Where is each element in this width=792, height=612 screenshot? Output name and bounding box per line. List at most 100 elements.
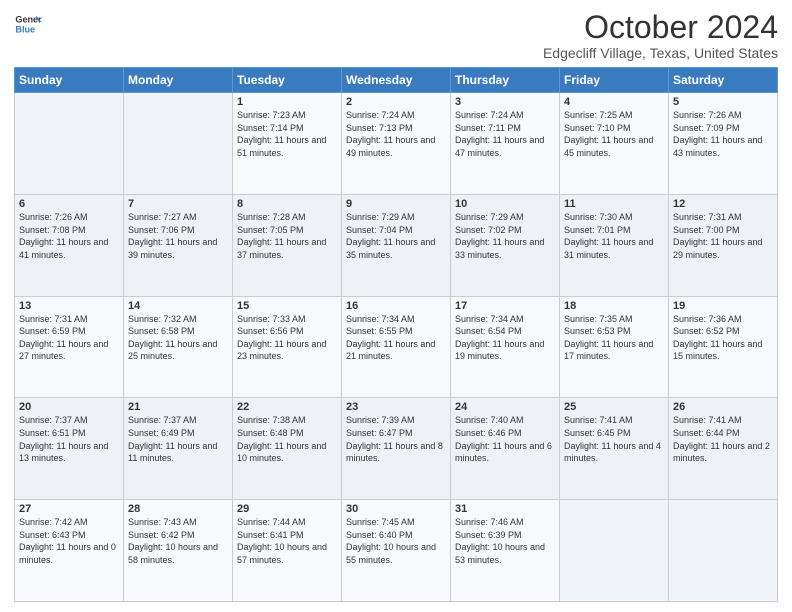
day-number: 13 [19,300,119,312]
day-info: Sunrise: 7:40 AM Sunset: 6:46 PM Dayligh… [455,414,555,464]
day-info: Sunrise: 7:38 AM Sunset: 6:48 PM Dayligh… [237,414,337,464]
day-info: Sunrise: 7:37 AM Sunset: 6:49 PM Dayligh… [128,414,228,464]
day-info: Sunrise: 7:29 AM Sunset: 7:02 PM Dayligh… [455,211,555,261]
day-number: 11 [564,198,664,210]
calendar-cell: 21Sunrise: 7:37 AM Sunset: 6:49 PM Dayli… [124,398,233,500]
day-number: 31 [455,503,555,515]
svg-text:Blue: Blue [15,24,35,34]
page-subtitle: Edgecliff Village, Texas, United States [543,45,778,61]
day-number: 25 [564,401,664,413]
calendar-cell: 17Sunrise: 7:34 AM Sunset: 6:54 PM Dayli… [451,296,560,398]
day-header-sunday: Sunday [15,68,124,93]
day-number: 7 [128,198,228,210]
calendar-cell: 14Sunrise: 7:32 AM Sunset: 6:58 PM Dayli… [124,296,233,398]
calendar-cell: 28Sunrise: 7:43 AM Sunset: 6:42 PM Dayli… [124,500,233,602]
calendar-cell: 19Sunrise: 7:36 AM Sunset: 6:52 PM Dayli… [669,296,778,398]
day-number: 28 [128,503,228,515]
day-number: 6 [19,198,119,210]
day-info: Sunrise: 7:23 AM Sunset: 7:14 PM Dayligh… [237,109,337,159]
day-number: 20 [19,401,119,413]
day-info: Sunrise: 7:37 AM Sunset: 6:51 PM Dayligh… [19,414,119,464]
day-info: Sunrise: 7:45 AM Sunset: 6:40 PM Dayligh… [346,516,446,566]
calendar-cell: 23Sunrise: 7:39 AM Sunset: 6:47 PM Dayli… [342,398,451,500]
calendar-cell: 15Sunrise: 7:33 AM Sunset: 6:56 PM Dayli… [233,296,342,398]
day-number: 22 [237,401,337,413]
logo: General Blue [14,10,42,38]
day-number: 9 [346,198,446,210]
day-info: Sunrise: 7:33 AM Sunset: 6:56 PM Dayligh… [237,313,337,363]
day-number: 14 [128,300,228,312]
day-info: Sunrise: 7:26 AM Sunset: 7:08 PM Dayligh… [19,211,119,261]
day-number: 26 [673,401,773,413]
day-number: 4 [564,96,664,108]
day-info: Sunrise: 7:28 AM Sunset: 7:05 PM Dayligh… [237,211,337,261]
calendar-cell: 18Sunrise: 7:35 AM Sunset: 6:53 PM Dayli… [560,296,669,398]
calendar-cell: 7Sunrise: 7:27 AM Sunset: 7:06 PM Daylig… [124,194,233,296]
day-number: 19 [673,300,773,312]
calendar-cell: 22Sunrise: 7:38 AM Sunset: 6:48 PM Dayli… [233,398,342,500]
day-info: Sunrise: 7:46 AM Sunset: 6:39 PM Dayligh… [455,516,555,566]
calendar-cell [560,500,669,602]
day-info: Sunrise: 7:39 AM Sunset: 6:47 PM Dayligh… [346,414,446,464]
calendar-cell: 1Sunrise: 7:23 AM Sunset: 7:14 PM Daylig… [233,93,342,195]
day-number: 10 [455,198,555,210]
day-info: Sunrise: 7:32 AM Sunset: 6:58 PM Dayligh… [128,313,228,363]
calendar-cell: 20Sunrise: 7:37 AM Sunset: 6:51 PM Dayli… [15,398,124,500]
day-number: 16 [346,300,446,312]
day-info: Sunrise: 7:27 AM Sunset: 7:06 PM Dayligh… [128,211,228,261]
day-info: Sunrise: 7:31 AM Sunset: 6:59 PM Dayligh… [19,313,119,363]
calendar-cell: 30Sunrise: 7:45 AM Sunset: 6:40 PM Dayli… [342,500,451,602]
day-header-wednesday: Wednesday [342,68,451,93]
calendar-cell: 31Sunrise: 7:46 AM Sunset: 6:39 PM Dayli… [451,500,560,602]
day-info: Sunrise: 7:41 AM Sunset: 6:44 PM Dayligh… [673,414,773,464]
day-number: 8 [237,198,337,210]
calendar-cell: 11Sunrise: 7:30 AM Sunset: 7:01 PM Dayli… [560,194,669,296]
day-info: Sunrise: 7:41 AM Sunset: 6:45 PM Dayligh… [564,414,664,464]
day-number: 30 [346,503,446,515]
calendar-cell: 13Sunrise: 7:31 AM Sunset: 6:59 PM Dayli… [15,296,124,398]
day-info: Sunrise: 7:31 AM Sunset: 7:00 PM Dayligh… [673,211,773,261]
day-info: Sunrise: 7:25 AM Sunset: 7:10 PM Dayligh… [564,109,664,159]
calendar-cell: 9Sunrise: 7:29 AM Sunset: 7:04 PM Daylig… [342,194,451,296]
day-info: Sunrise: 7:29 AM Sunset: 7:04 PM Dayligh… [346,211,446,261]
calendar-cell: 29Sunrise: 7:44 AM Sunset: 6:41 PM Dayli… [233,500,342,602]
day-number: 18 [564,300,664,312]
day-header-thursday: Thursday [451,68,560,93]
day-info: Sunrise: 7:44 AM Sunset: 6:41 PM Dayligh… [237,516,337,566]
day-number: 2 [346,96,446,108]
day-info: Sunrise: 7:43 AM Sunset: 6:42 PM Dayligh… [128,516,228,566]
day-number: 12 [673,198,773,210]
calendar-cell [669,500,778,602]
calendar-cell: 12Sunrise: 7:31 AM Sunset: 7:00 PM Dayli… [669,194,778,296]
day-info: Sunrise: 7:26 AM Sunset: 7:09 PM Dayligh… [673,109,773,159]
calendar-cell: 3Sunrise: 7:24 AM Sunset: 7:11 PM Daylig… [451,93,560,195]
calendar-cell: 26Sunrise: 7:41 AM Sunset: 6:44 PM Dayli… [669,398,778,500]
calendar-cell: 24Sunrise: 7:40 AM Sunset: 6:46 PM Dayli… [451,398,560,500]
day-header-saturday: Saturday [669,68,778,93]
day-info: Sunrise: 7:35 AM Sunset: 6:53 PM Dayligh… [564,313,664,363]
day-info: Sunrise: 7:34 AM Sunset: 6:55 PM Dayligh… [346,313,446,363]
day-header-friday: Friday [560,68,669,93]
title-block: October 2024 Edgecliff Village, Texas, U… [543,10,778,61]
calendar-cell: 25Sunrise: 7:41 AM Sunset: 6:45 PM Dayli… [560,398,669,500]
calendar-table: SundayMondayTuesdayWednesdayThursdayFrid… [14,67,778,602]
day-header-monday: Monday [124,68,233,93]
day-number: 29 [237,503,337,515]
day-info: Sunrise: 7:34 AM Sunset: 6:54 PM Dayligh… [455,313,555,363]
day-number: 23 [346,401,446,413]
calendar-cell: 8Sunrise: 7:28 AM Sunset: 7:05 PM Daylig… [233,194,342,296]
day-number: 17 [455,300,555,312]
calendar-cell: 16Sunrise: 7:34 AM Sunset: 6:55 PM Dayli… [342,296,451,398]
calendar-cell: 2Sunrise: 7:24 AM Sunset: 7:13 PM Daylig… [342,93,451,195]
calendar-cell: 5Sunrise: 7:26 AM Sunset: 7:09 PM Daylig… [669,93,778,195]
day-number: 27 [19,503,119,515]
day-number: 24 [455,401,555,413]
day-info: Sunrise: 7:24 AM Sunset: 7:13 PM Dayligh… [346,109,446,159]
day-info: Sunrise: 7:36 AM Sunset: 6:52 PM Dayligh… [673,313,773,363]
day-number: 5 [673,96,773,108]
day-number: 3 [455,96,555,108]
day-number: 15 [237,300,337,312]
calendar-cell: 10Sunrise: 7:29 AM Sunset: 7:02 PM Dayli… [451,194,560,296]
calendar-cell: 6Sunrise: 7:26 AM Sunset: 7:08 PM Daylig… [15,194,124,296]
calendar-cell [15,93,124,195]
